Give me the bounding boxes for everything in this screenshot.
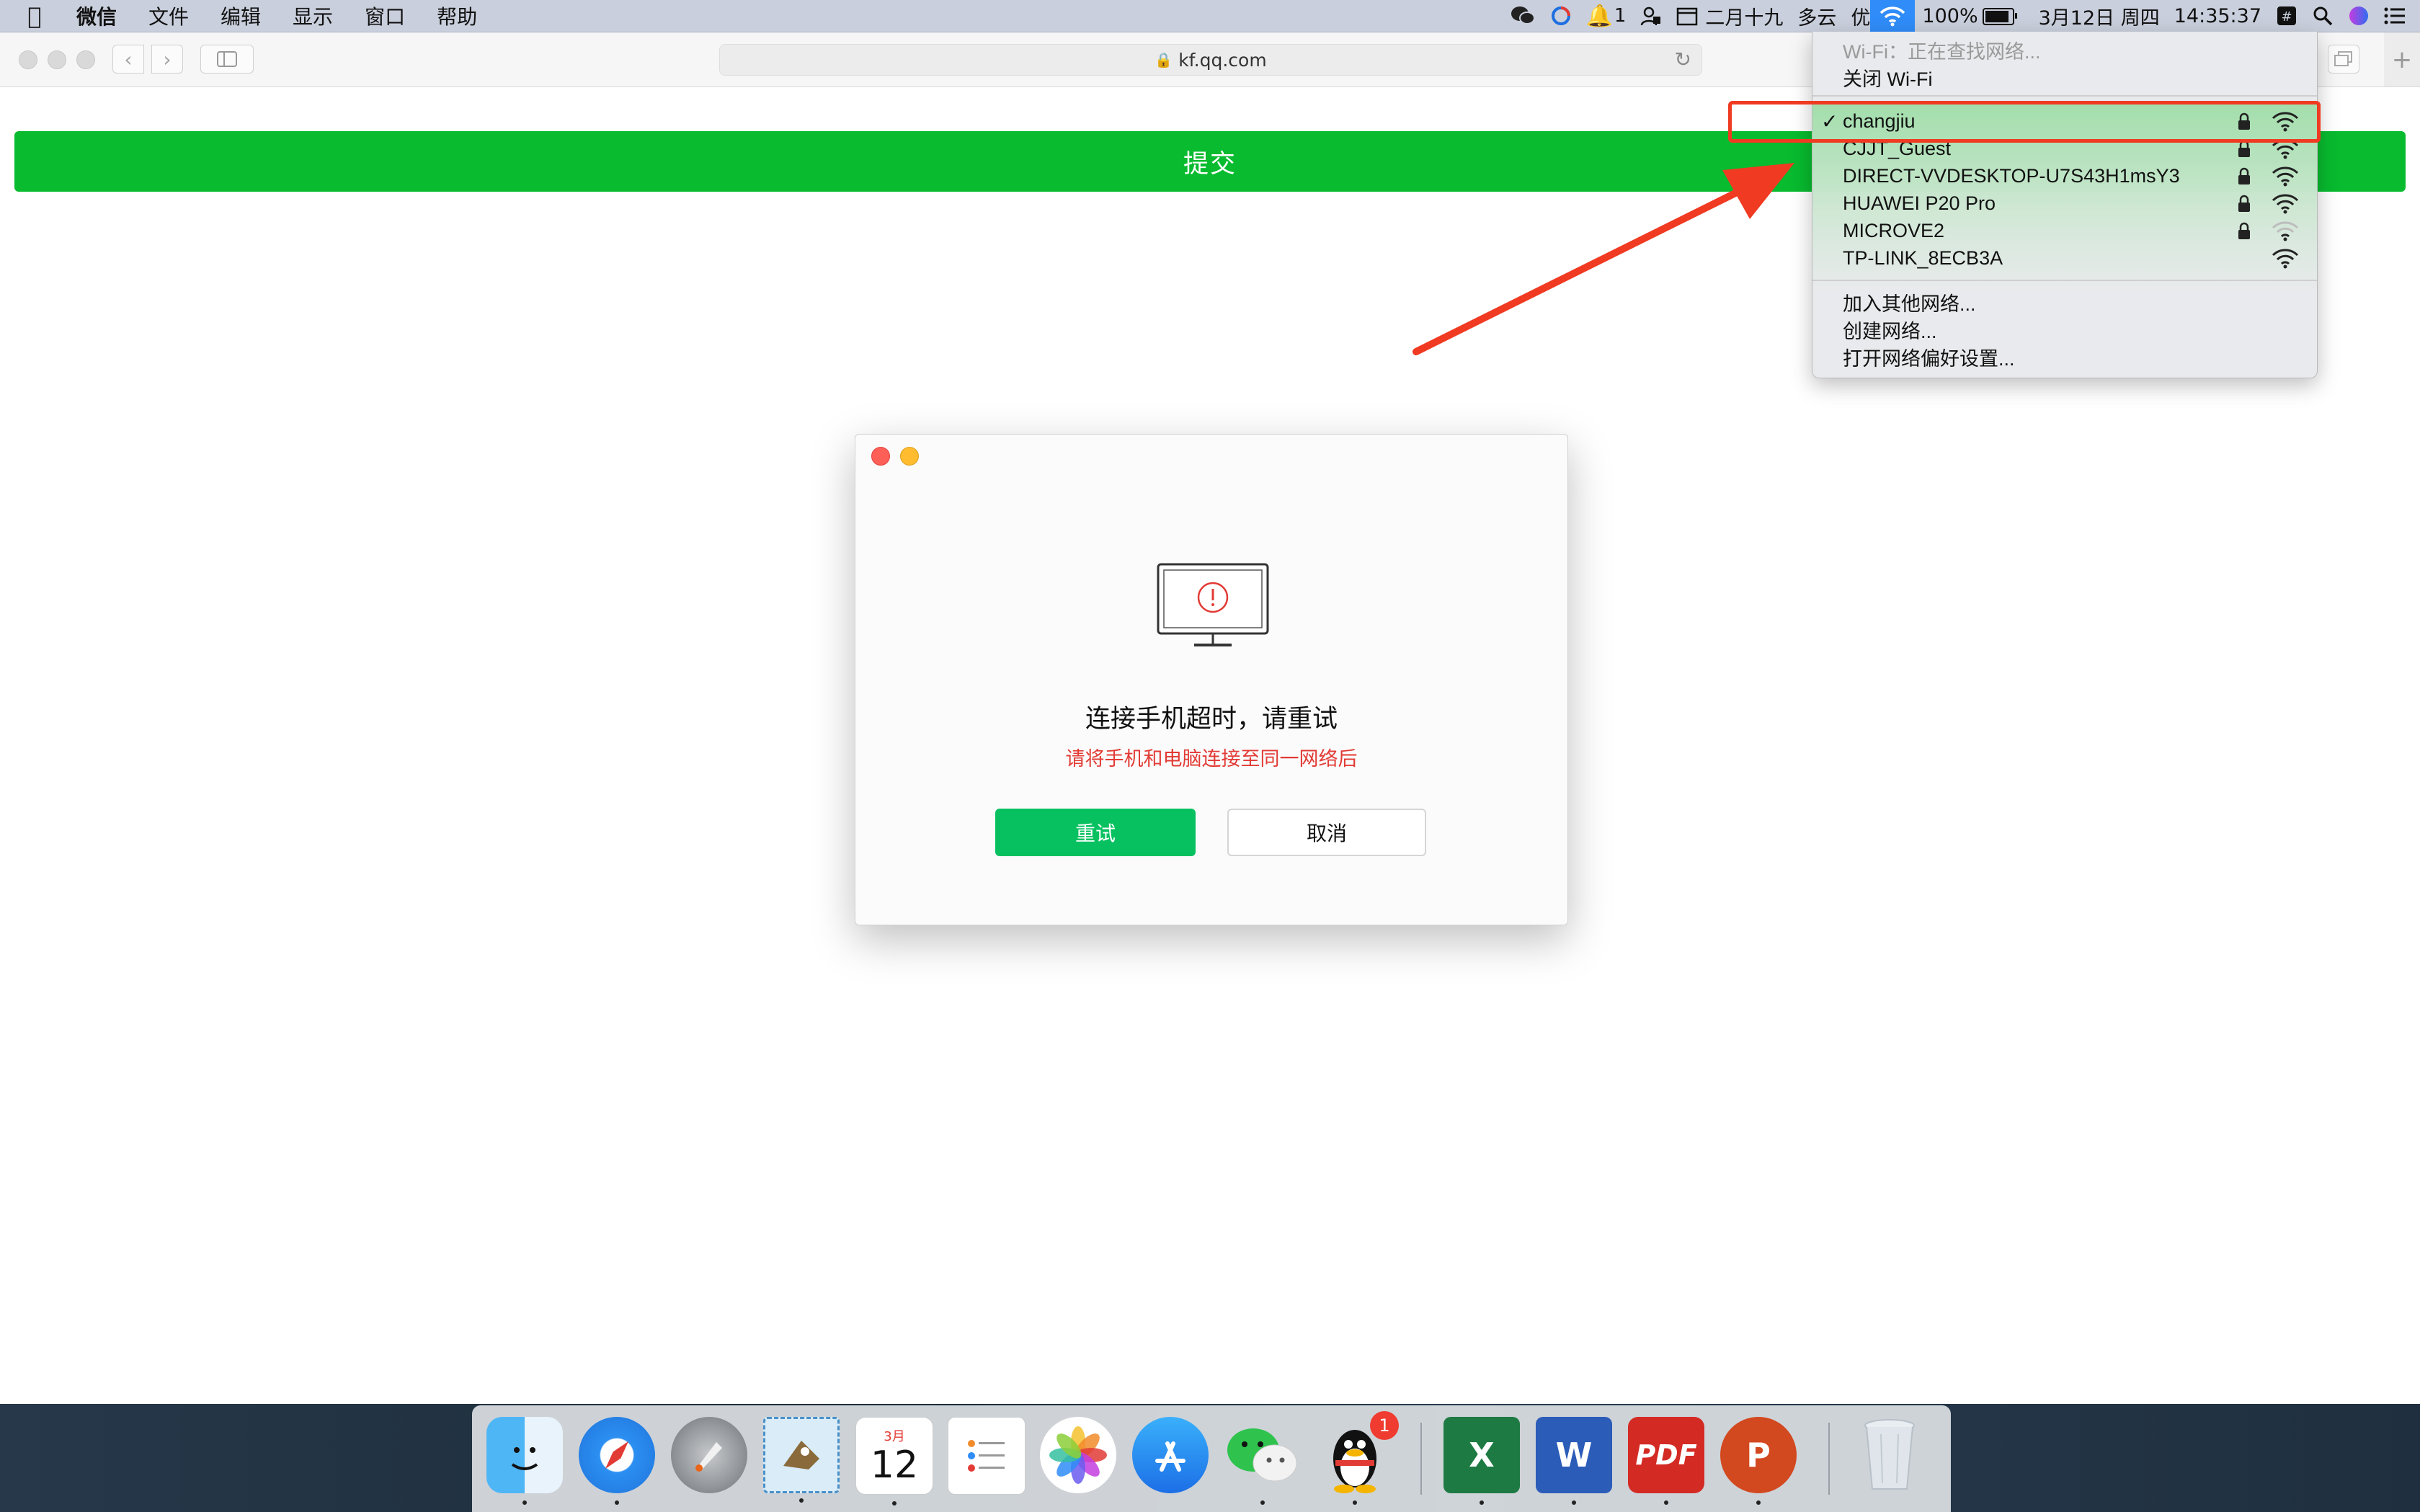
address-bar[interactable]: 🔒 kf.qq.com ↻ bbox=[719, 44, 1702, 76]
tab-overview-button[interactable] bbox=[2328, 45, 2359, 74]
calendar-month: 3月 bbox=[884, 1429, 905, 1444]
network-item-direct-vvdesktop[interactable]: DIRECT-VVDESKTOP-U7S43H1msY3 bbox=[1812, 162, 2317, 190]
siri-icon[interactable] bbox=[2348, 5, 2370, 27]
open-network-prefs-item[interactable]: 打开网络偏好设置... bbox=[1812, 343, 2317, 370]
wechat-tray-icon[interactable] bbox=[1510, 5, 1536, 27]
calendar-tray-icon[interactable] bbox=[1676, 6, 1698, 26]
tabs-icon bbox=[2334, 51, 2352, 66]
network-item-tp-link[interactable]: TP-LINK_8ECB3A bbox=[1812, 244, 2317, 272]
menu-separator bbox=[1812, 280, 2317, 281]
safari-icon[interactable] bbox=[579, 1417, 655, 1505]
reminders-icon[interactable] bbox=[948, 1417, 1026, 1495]
wifi-signal-weak-icon bbox=[2272, 221, 2299, 241]
calendar-day: 12 bbox=[870, 1444, 919, 1487]
url-text: kf.qq.com bbox=[1178, 49, 1267, 71]
qq-icon[interactable]: 1 bbox=[1317, 1411, 1399, 1505]
sidebar-toggle-button[interactable] bbox=[200, 45, 254, 74]
air-quality-text[interactable]: 优 bbox=[1851, 2, 1870, 30]
wifi-signal-icon bbox=[2272, 249, 2299, 269]
qq-badge: 1 bbox=[1370, 1411, 1399, 1440]
sidebar-icon bbox=[217, 51, 237, 67]
wifi-icon[interactable] bbox=[1870, 0, 1916, 32]
notification-center-icon[interactable] bbox=[2384, 6, 2406, 25]
lunar-date[interactable]: 二月十九 bbox=[1705, 2, 1783, 30]
window-zoom-button[interactable] bbox=[76, 50, 95, 69]
wifi-signal-icon bbox=[2272, 166, 2299, 187]
chevron-left-icon: ‹ bbox=[124, 47, 133, 71]
sync-tray-icon[interactable] bbox=[1550, 5, 1572, 27]
dock: 3月 12 1 X W PDF P bbox=[472, 1405, 1951, 1512]
join-other-network-item[interactable]: 加入其他网络... bbox=[1812, 288, 2317, 316]
wifi-dropdown-menu: Wi-Fi：正在查找网络... 关闭 Wi-Fi ✓ changjiu CJJT… bbox=[1812, 32, 2318, 378]
menu-separator bbox=[1812, 95, 2317, 97]
network-item-microve2[interactable]: MICROVE2 bbox=[1812, 217, 2317, 244]
notification-bell-icon[interactable]: 🔔 1 bbox=[1586, 4, 1627, 29]
dialog-minimize-button[interactable] bbox=[900, 447, 919, 466]
new-tab-button[interactable]: + bbox=[2384, 32, 2420, 86]
dock-divider bbox=[1420, 1423, 1422, 1495]
powerpoint-icon[interactable]: P bbox=[1720, 1417, 1797, 1505]
lock-icon: 🔒 bbox=[1155, 51, 1173, 68]
excel-icon[interactable]: X bbox=[1443, 1417, 1520, 1505]
notification-count: 1 bbox=[1614, 5, 1627, 27]
apple-icon[interactable]:  bbox=[0, 2, 69, 30]
wifi-status: Wi-Fi：正在查找网络... bbox=[1843, 40, 2041, 63]
retry-button[interactable]: 重试 bbox=[995, 809, 1196, 856]
lock-icon bbox=[2238, 222, 2250, 239]
user-lock-icon[interactable] bbox=[1640, 5, 1662, 27]
pdf-icon[interactable]: PDF bbox=[1628, 1417, 1704, 1505]
network-item-huawei-p20[interactable]: HUAWEI P20 Pro bbox=[1812, 190, 2317, 217]
dock-divider bbox=[1828, 1423, 1830, 1495]
menu-view[interactable]: 显示 bbox=[277, 1, 349, 30]
connection-timeout-dialog: 连接手机超时，请重试 请将手机和电脑连接至同一网络后 重试 取消 bbox=[855, 434, 1568, 925]
menubar-time[interactable]: 14:35:37 bbox=[2174, 5, 2261, 27]
lock-icon bbox=[2238, 167, 2250, 184]
input-method-icon[interactable]: # bbox=[2276, 5, 2297, 27]
reload-icon[interactable]: ↻ bbox=[1675, 48, 1691, 71]
annotation-highlight-box bbox=[1728, 101, 2321, 143]
window-close-button[interactable] bbox=[19, 50, 37, 69]
finder-icon[interactable] bbox=[486, 1417, 563, 1505]
menu-edit[interactable]: 编辑 bbox=[205, 1, 277, 30]
wifi-signal-icon bbox=[2272, 194, 2299, 214]
dialog-title: 连接手机超时，请重试 bbox=[1085, 705, 1338, 734]
lock-icon bbox=[2238, 195, 2250, 212]
window-minimize-button[interactable] bbox=[48, 50, 66, 69]
dialog-close-button[interactable] bbox=[871, 447, 890, 466]
launchpad-icon[interactable] bbox=[671, 1417, 747, 1493]
forward-button[interactable]: › bbox=[151, 45, 183, 74]
chevron-right-icon: › bbox=[163, 47, 172, 71]
calendar-icon[interactable]: 3月 12 bbox=[855, 1417, 933, 1506]
menu-file[interactable]: 文件 bbox=[133, 1, 205, 30]
word-icon[interactable]: W bbox=[1536, 1417, 1612, 1505]
menu-help[interactable]: 帮助 bbox=[421, 1, 493, 30]
wifi-toggle-item[interactable]: 关闭 Wi-Fi bbox=[1812, 63, 2317, 91]
battery-icon bbox=[1982, 8, 2017, 25]
app-store-icon[interactable] bbox=[1132, 1417, 1209, 1493]
menu-bar:  微信 文件 编辑 显示 窗口 帮助 🔔1 二月十九 多云 优 100% 3月… bbox=[0, 0, 2420, 32]
monitor-error-icon bbox=[1157, 563, 1269, 646]
create-network-item[interactable]: 创建网络... bbox=[1812, 316, 2317, 343]
weather-text[interactable]: 多云 bbox=[1797, 2, 1836, 30]
menu-app-name[interactable]: 微信 bbox=[69, 1, 133, 30]
annotation-arrow bbox=[1413, 163, 1794, 355]
dialog-subtitle: 请将手机和电脑连接至同一网络后 bbox=[1065, 748, 1358, 770]
mail-icon[interactable] bbox=[763, 1417, 840, 1503]
back-button[interactable]: ‹ bbox=[112, 45, 144, 74]
menu-window[interactable]: 窗口 bbox=[349, 1, 421, 30]
battery-percent[interactable]: 100% bbox=[1922, 5, 2017, 27]
trash-icon[interactable] bbox=[1851, 1417, 1928, 1493]
spotlight-search-icon[interactable] bbox=[2312, 5, 2334, 27]
photos-icon[interactable] bbox=[1040, 1417, 1116, 1493]
svg-text:#: # bbox=[2281, 9, 2292, 25]
wechat-icon[interactable] bbox=[1224, 1417, 1301, 1505]
menubar-date[interactable]: 3月12日 周四 bbox=[2039, 2, 2160, 30]
cancel-button[interactable]: 取消 bbox=[1227, 809, 1426, 856]
plus-icon: + bbox=[2391, 45, 2413, 74]
